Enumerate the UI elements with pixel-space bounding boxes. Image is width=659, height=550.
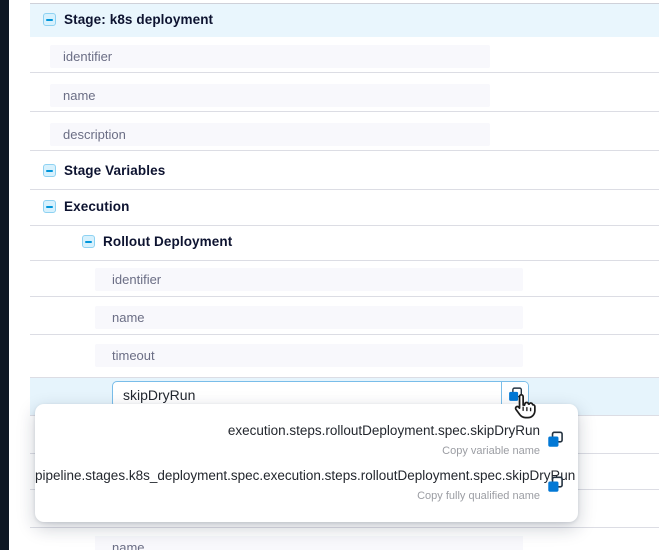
stage-header-label: Stage: k8s deployment xyxy=(64,12,213,27)
rollout-deployment-label: Rollout Deployment xyxy=(103,234,232,249)
divider xyxy=(30,111,659,112)
divider xyxy=(30,334,659,335)
variable-label: name xyxy=(63,88,96,103)
collapse-toggle-icon[interactable] xyxy=(43,200,56,213)
divider xyxy=(30,225,659,226)
divider xyxy=(30,3,659,4)
fully-qualified-name-text: pipeline.stages.k8s_deployment.spec.exec… xyxy=(35,468,540,483)
copy-options-popover: execution.steps.rolloutDeployment.spec.s… xyxy=(35,404,578,522)
copy-variable-name-caption: Copy variable name xyxy=(35,445,540,457)
variable-label: timeout xyxy=(112,348,155,363)
divider xyxy=(30,296,659,297)
divider xyxy=(30,527,659,528)
variable-label: name xyxy=(112,540,145,550)
copy-fully-qualified-name-caption: Copy fully qualified name xyxy=(35,490,540,502)
tree-node-stage-variables[interactable]: Stage Variables xyxy=(43,163,165,178)
variable-label: name xyxy=(112,310,145,325)
variables-panel: Stage: k8s deployment identifier name de… xyxy=(0,0,659,550)
divider xyxy=(30,72,659,73)
variable-label: identifier xyxy=(112,272,161,287)
collapse-toggle-icon[interactable] xyxy=(43,164,56,177)
tree-node-execution[interactable]: Execution xyxy=(43,199,129,214)
variable-row-identifier[interactable]: identifier xyxy=(50,45,490,68)
variable-row-name[interactable]: name xyxy=(95,306,523,329)
tree-node-stage[interactable]: Stage: k8s deployment xyxy=(43,12,213,27)
collapse-toggle-icon[interactable] xyxy=(82,235,95,248)
execution-label: Execution xyxy=(64,199,129,214)
variable-row-description[interactable]: description xyxy=(50,123,490,146)
copy-fully-qualified-name-option[interactable]: pipeline.stages.k8s_deployment.spec.exec… xyxy=(35,468,578,502)
copy-icon[interactable] xyxy=(547,431,564,448)
copy-variable-name-option[interactable]: execution.steps.rolloutDeployment.spec.s… xyxy=(35,423,578,457)
variable-row-timeout[interactable]: timeout xyxy=(95,344,523,367)
collapse-toggle-icon[interactable] xyxy=(43,13,56,26)
dark-sidebar-edge xyxy=(0,0,9,550)
variable-name-text: execution.steps.rolloutDeployment.spec.s… xyxy=(35,423,540,438)
variable-row-name-partial[interactable]: name xyxy=(95,536,523,550)
variable-row-name[interactable]: name xyxy=(50,84,490,107)
copy-icon xyxy=(508,387,523,402)
divider xyxy=(30,150,659,151)
variable-label: description xyxy=(63,127,126,142)
divider xyxy=(30,189,659,190)
variable-label: identifier xyxy=(63,49,112,64)
copy-icon[interactable] xyxy=(547,476,564,493)
divider xyxy=(30,260,659,261)
variable-row-identifier[interactable]: identifier xyxy=(95,268,523,291)
tree-node-rollout-deployment[interactable]: Rollout Deployment xyxy=(82,234,232,249)
divider xyxy=(30,377,659,378)
stage-variables-label: Stage Variables xyxy=(64,163,165,178)
